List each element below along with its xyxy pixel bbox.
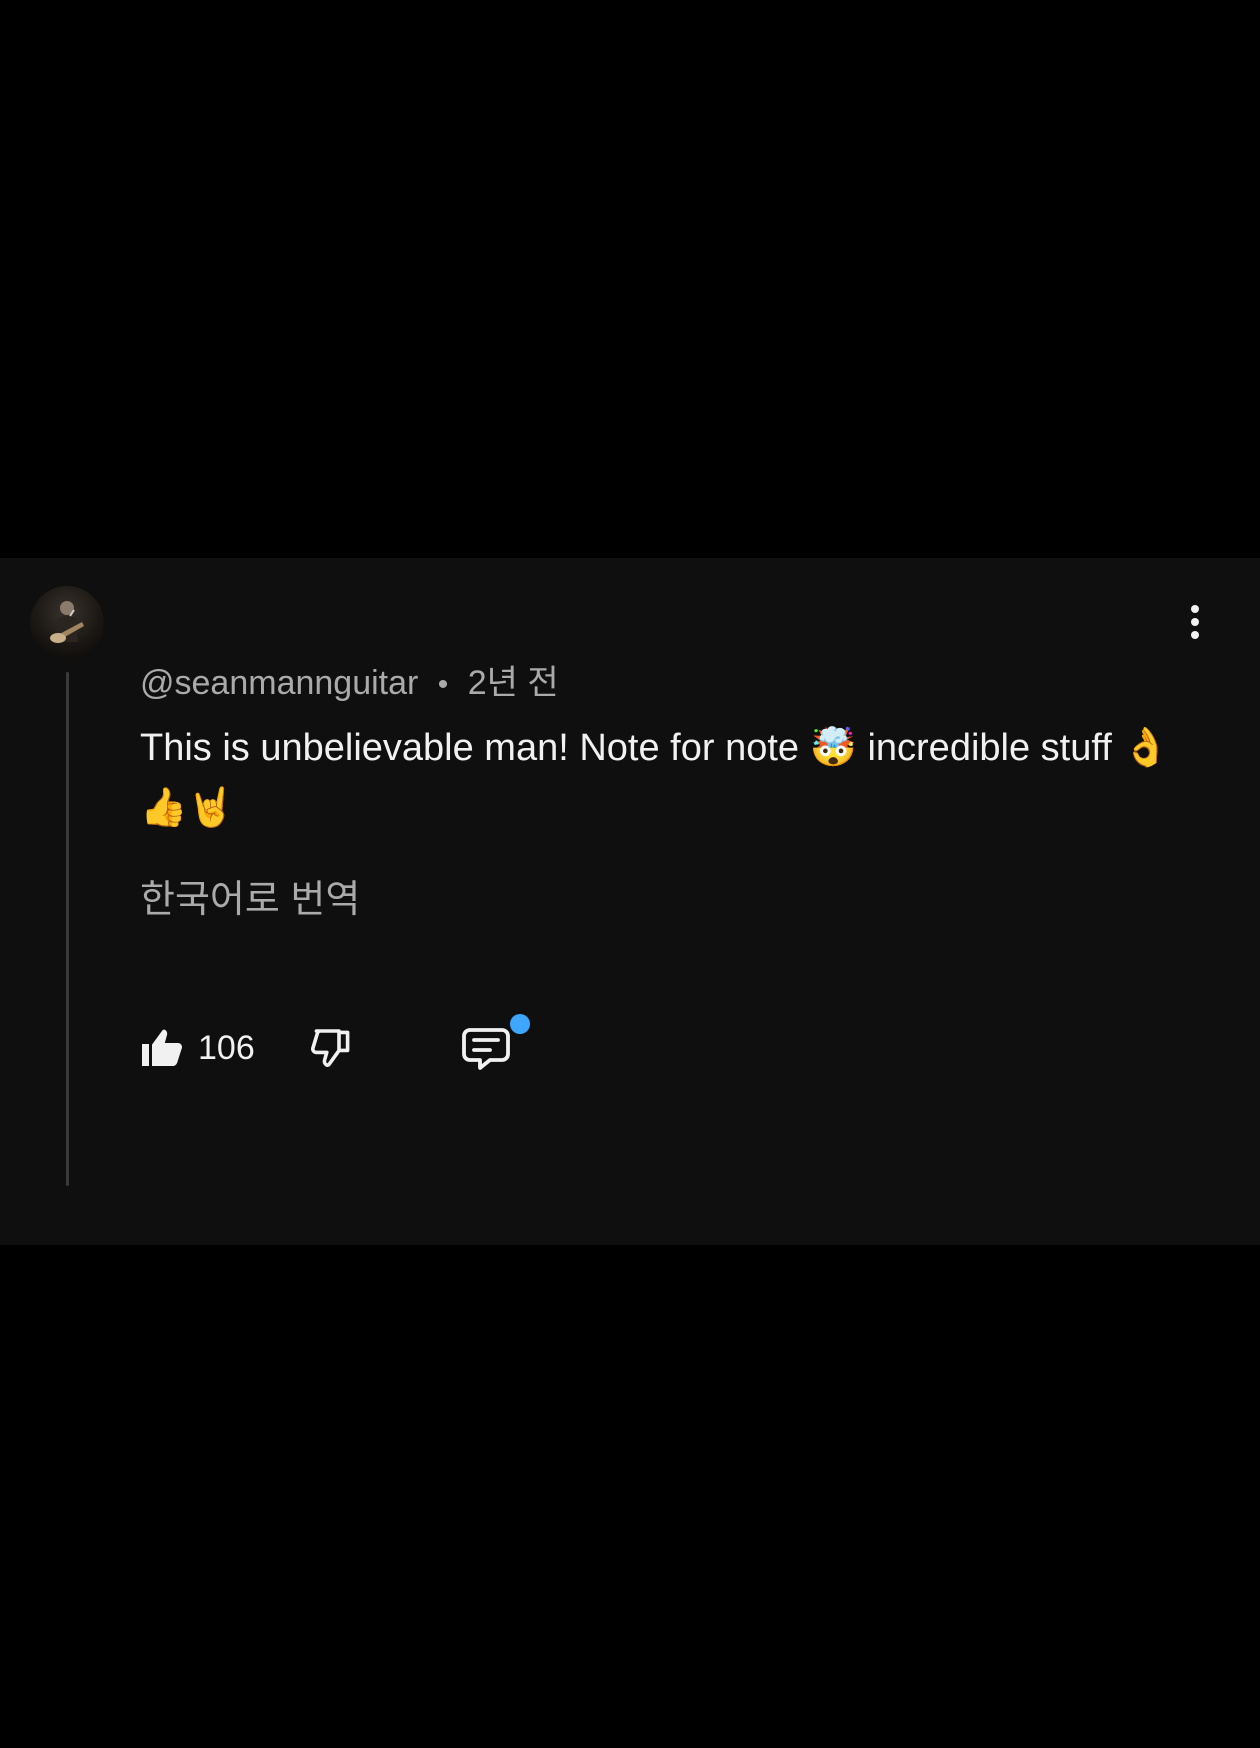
reply-unread-indicator bbox=[510, 1014, 530, 1034]
avatar[interactable] bbox=[30, 586, 104, 660]
more-options-button[interactable] bbox=[1180, 600, 1210, 644]
thread-line bbox=[66, 672, 69, 1186]
dislike-button[interactable] bbox=[308, 1024, 356, 1077]
comment-text: This is unbelievable man! Note for note … bbox=[140, 727, 1170, 829]
more-vert-icon-dot bbox=[1191, 618, 1199, 626]
comment-actions: 106 bbox=[138, 1014, 698, 1084]
comment-timestamp[interactable]: 2년 전 bbox=[468, 664, 559, 702]
like-count: 106 bbox=[198, 1029, 255, 1067]
comment-card: @seanmannguitar • 2년 전 This is unbelieva… bbox=[0, 558, 1260, 1245]
thumb-up-filled-icon bbox=[142, 1029, 182, 1066]
more-vert-icon-dot bbox=[1191, 631, 1199, 639]
comment-author-handle[interactable]: @seanmannguitar bbox=[140, 664, 418, 702]
like-button[interactable]: 106 bbox=[138, 1024, 255, 1072]
guitarist-avatar-icon bbox=[50, 601, 84, 643]
reply-button[interactable] bbox=[458, 1014, 530, 1081]
comment-meta: @seanmannguitar • 2년 전 bbox=[140, 662, 559, 706]
reply-comment-icon bbox=[462, 1028, 510, 1070]
thumb-down-outline-icon bbox=[311, 1029, 350, 1067]
meta-separator: • bbox=[437, 668, 449, 701]
translate-button[interactable]: 한국어로 번역 bbox=[140, 876, 360, 924]
more-vert-icon bbox=[1191, 605, 1199, 613]
